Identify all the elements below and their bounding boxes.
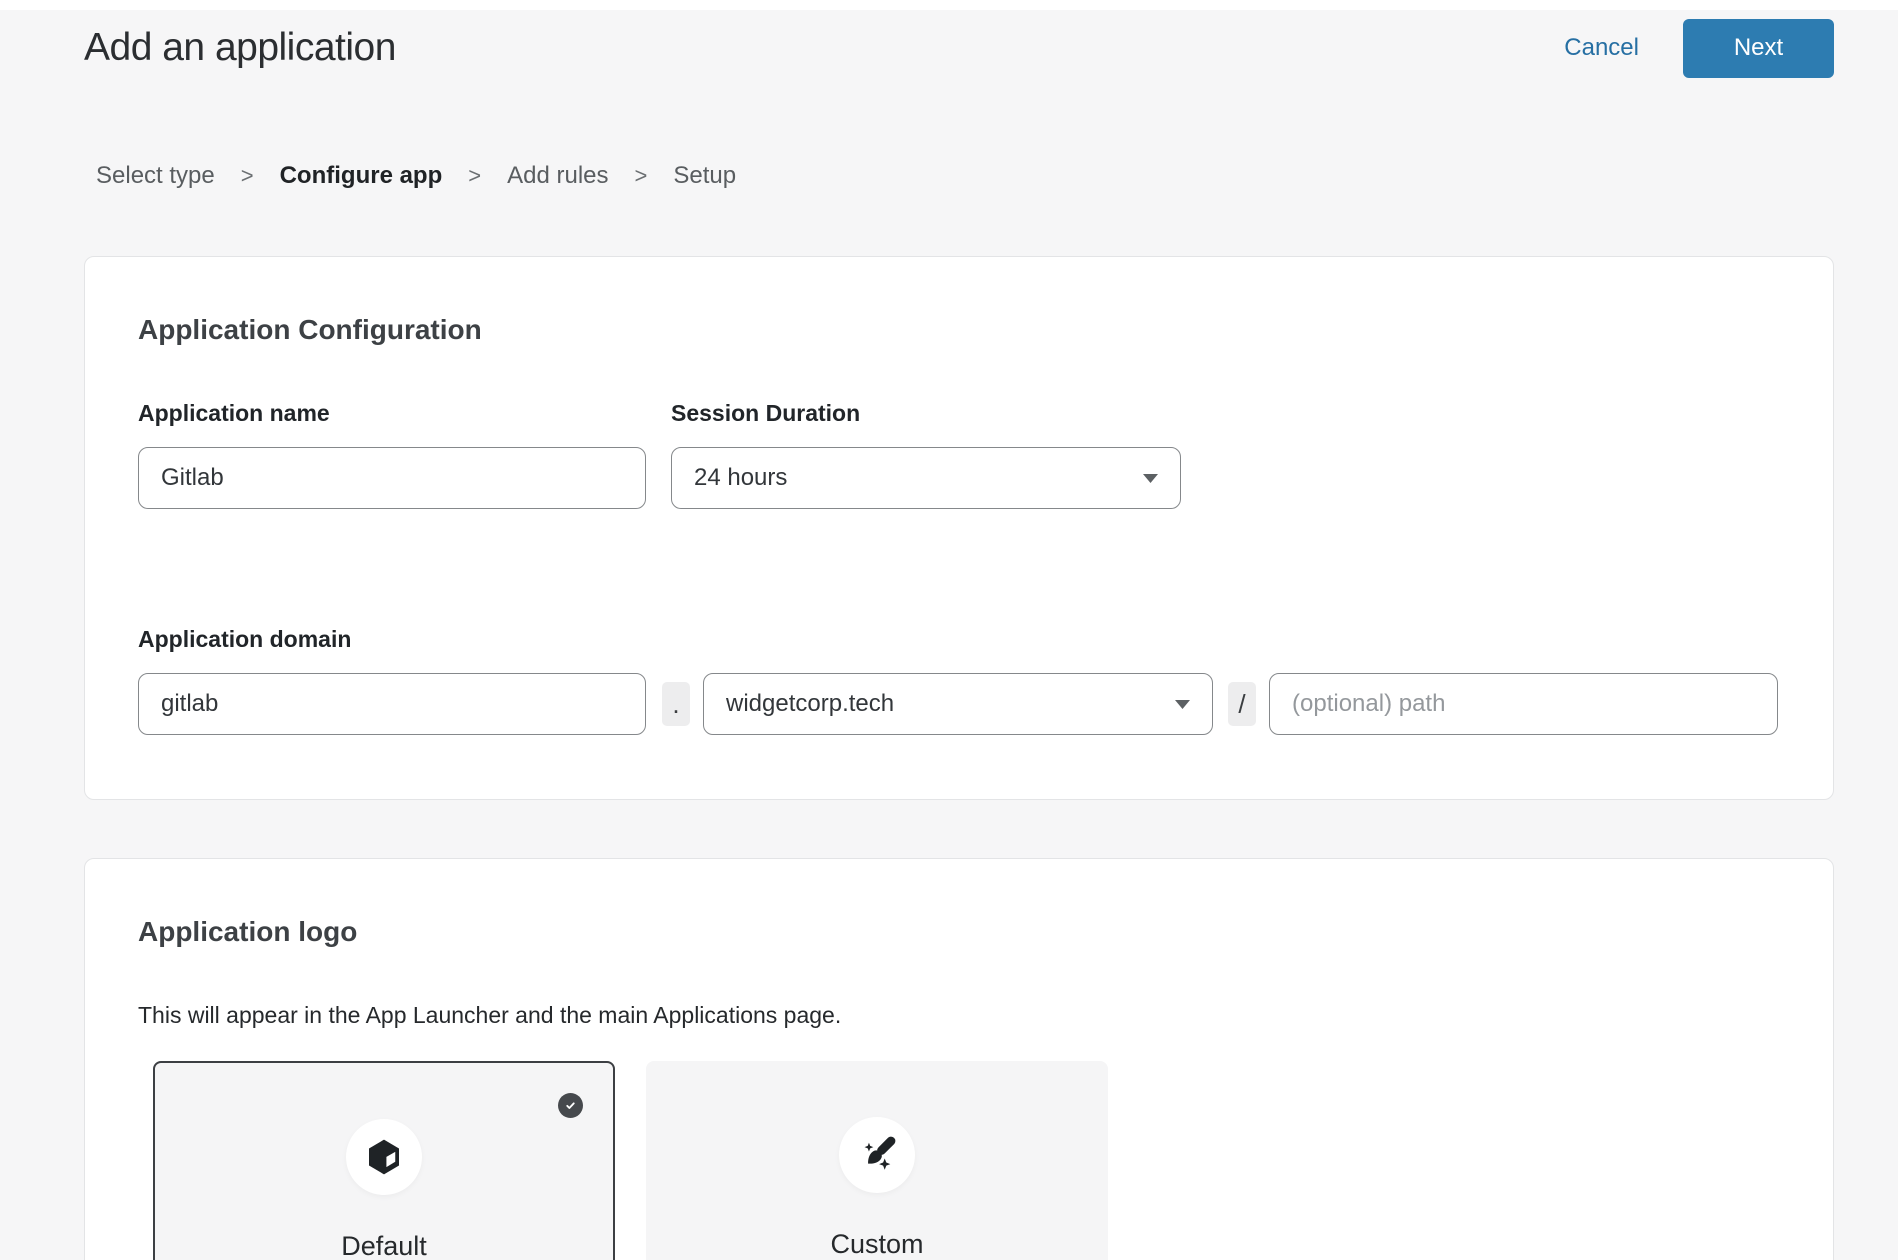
cube-icon — [364, 1137, 404, 1177]
header-actions: Cancel Next — [1564, 19, 1834, 78]
logo-option-default[interactable]: Default — [153, 1061, 615, 1260]
path-input[interactable] — [1269, 673, 1778, 735]
breadcrumb-step-select-type[interactable]: Select type — [96, 162, 215, 190]
application-logo-card: Application logo This will appear in the… — [84, 858, 1834, 1260]
logo-option-label: Custom — [830, 1229, 923, 1260]
session-duration-label: Session Duration — [671, 399, 1181, 427]
application-configuration-heading: Application Configuration — [138, 257, 1780, 347]
session-duration-select[interactable]: 24 hours — [671, 447, 1181, 509]
logo-option-label: Default — [341, 1231, 427, 1260]
page-header: Add an application Cancel Next — [0, 10, 1898, 86]
breadcrumb-step-add-rules[interactable]: Add rules — [507, 162, 608, 190]
logo-option-custom[interactable]: Custom — [646, 1061, 1108, 1260]
cancel-button[interactable]: Cancel — [1564, 34, 1639, 62]
application-configuration-card: Application Configuration Application na… — [84, 256, 1834, 800]
top-divider — [0, 0, 1898, 10]
breadcrumb-separator: > — [241, 162, 254, 190]
application-name-input[interactable] — [138, 447, 646, 509]
breadcrumb: Select type > Configure app > Add rules … — [96, 162, 1898, 190]
breadcrumb-step-setup[interactable]: Setup — [673, 162, 736, 190]
logo-options: Default Custom — [153, 1061, 1780, 1260]
subdomain-input[interactable] — [138, 673, 646, 735]
page-title: Add an application — [84, 26, 396, 70]
breadcrumb-separator: > — [635, 162, 648, 190]
session-duration-value: 24 hours — [694, 464, 787, 492]
domain-select-value: widgetcorp.tech — [726, 690, 894, 718]
application-domain-label: Application domain — [138, 625, 1780, 653]
custom-logo-circle — [839, 1117, 915, 1193]
application-logo-description: This will appear in the App Launcher and… — [138, 1001, 1780, 1029]
application-name-field-group: Application name — [138, 399, 646, 509]
application-domain-row: . widgetcorp.tech / — [138, 673, 1780, 735]
chevron-down-icon — [1175, 700, 1190, 709]
selected-badge — [558, 1093, 583, 1118]
breadcrumb-separator: > — [468, 162, 481, 190]
next-button[interactable]: Next — [1683, 19, 1834, 78]
breadcrumb-step-configure-app[interactable]: Configure app — [280, 162, 443, 190]
session-duration-field-group: Session Duration 24 hours — [671, 399, 1181, 509]
paintbrush-icon — [856, 1134, 898, 1176]
check-icon — [563, 1098, 578, 1113]
name-session-row: Application name Session Duration 24 hou… — [138, 399, 1780, 509]
domain-select[interactable]: widgetcorp.tech — [703, 673, 1213, 735]
application-logo-heading: Application logo — [138, 859, 1780, 949]
application-name-label: Application name — [138, 399, 646, 427]
default-logo-circle — [346, 1119, 422, 1195]
chevron-down-icon — [1143, 474, 1158, 483]
dot-separator: . — [662, 682, 690, 726]
application-domain-field-group: Application domain . widgetcorp.tech / — [138, 625, 1780, 735]
slash-separator: / — [1228, 682, 1256, 726]
